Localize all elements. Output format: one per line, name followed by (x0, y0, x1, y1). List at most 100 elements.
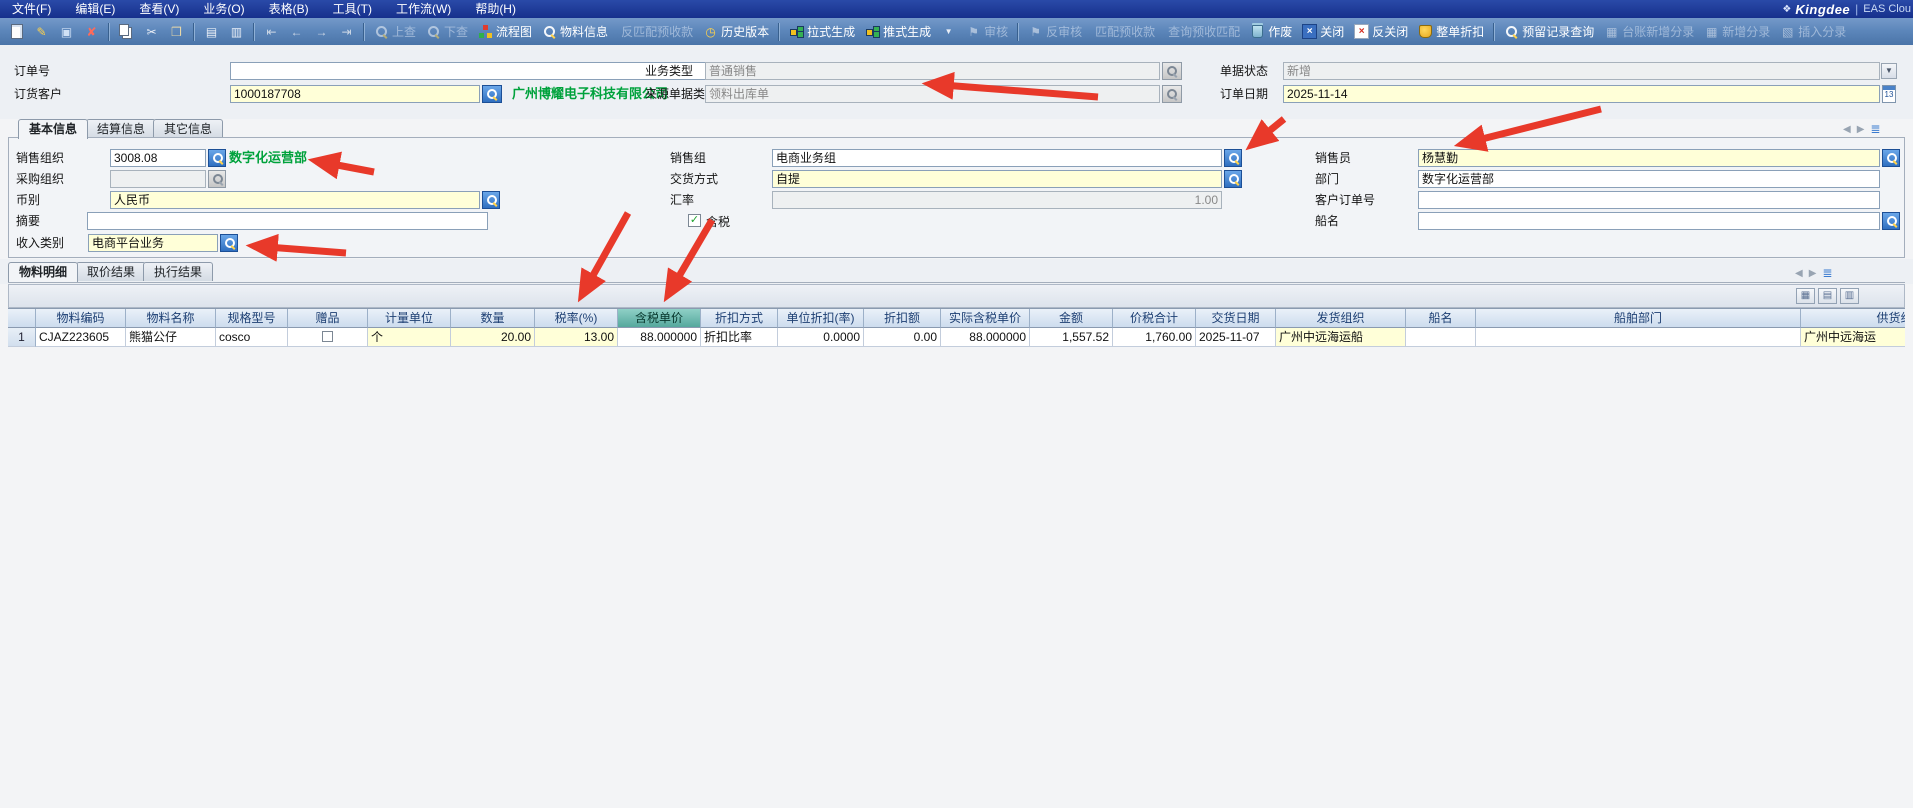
toolbar-button-close-box-icon[interactable]: ×关闭 (1298, 21, 1348, 43)
toolbar-button-nav-last-icon[interactable]: ⇥ (335, 21, 358, 43)
grid-layout-icon[interactable]: ▦ (1796, 288, 1815, 304)
income-type-lookup-button[interactable] (220, 234, 238, 252)
grid-cell-价税合计[interactable]: 1,760.00 (1113, 328, 1196, 347)
grid-column-header[interactable]: 物料编码 (36, 309, 126, 328)
order-date-calendar-icon[interactable]: 13 (1882, 85, 1896, 103)
grid-column-header[interactable]: 折扣额 (864, 309, 941, 328)
grid-column-header[interactable]: 数量 (451, 309, 535, 328)
grid-column-header[interactable]: 赠品 (288, 309, 368, 328)
bill-status-dropdown-arrow-icon[interactable]: ▼ (1881, 63, 1897, 79)
tab-basic-info[interactable]: 基本信息 (18, 119, 88, 139)
toolbar-button-pull-generate-icon[interactable]: 拉式生成 (785, 21, 859, 43)
detail-scroll-left-icon[interactable]: ◀ (1795, 268, 1803, 279)
gift-checkbox[interactable] (322, 331, 333, 342)
ship-name-lookup-button[interactable] (1882, 212, 1900, 230)
sale-org-lookup-button[interactable] (208, 149, 226, 167)
row-number-cell[interactable]: 1 (8, 328, 36, 347)
toolbar-button-paste-icon[interactable]: ❒ (165, 21, 188, 43)
grid-cell-物料编码[interactable]: CJAZ223605 (36, 328, 126, 347)
grid-column-header[interactable]: 船舶部门 (1476, 309, 1801, 328)
menubar-item[interactable]: 工具(T) (321, 0, 384, 18)
grid-column-header[interactable]: 规格型号 (216, 309, 288, 328)
grid-cell-赠品[interactable] (288, 328, 368, 347)
menubar-item[interactable]: 业务(O) (191, 0, 256, 18)
menubar-item[interactable]: 表格(B) (257, 0, 321, 18)
grid-cell-供货组织[interactable]: 广州中远海运 (1801, 328, 1905, 347)
grid-column-header[interactable]: 折扣方式 (701, 309, 778, 328)
summary-field[interactable] (87, 212, 488, 230)
grid-cell-金额[interactable]: 1,557.52 (1030, 328, 1113, 347)
toolbar-button-unclose-box-icon[interactable]: ×反关闭 (1350, 21, 1412, 43)
tax-included-checkbox[interactable]: ✓ (688, 214, 701, 227)
toolbar-button-push-generate-icon[interactable]: 推式生成 (861, 21, 935, 43)
customer-order-no-field[interactable] (1418, 191, 1880, 209)
grid-cell-规格型号[interactable]: cosco (216, 328, 288, 347)
grid-cell-物料名称[interactable]: 熊猫公仔 (126, 328, 216, 347)
tab-scroll-right-icon[interactable]: ▶ (1857, 124, 1865, 135)
toolbar-button-nav-first-icon[interactable]: ⇤ (260, 21, 283, 43)
grid-column-header[interactable]: 金额 (1030, 309, 1113, 328)
toolbar-button-material-info-icon[interactable]: 物料信息 (538, 21, 612, 43)
order-date-field[interactable]: 2025-11-14 (1283, 85, 1880, 103)
grid-column-header[interactable]: 计量单位 (368, 309, 451, 328)
grid-cell-交货日期[interactable]: 2025-11-07 (1196, 328, 1276, 347)
toolbar-button-save-icon[interactable]: ▣ (55, 21, 78, 43)
toolbar-button-copy-icon[interactable] (115, 21, 138, 43)
tab-other-info[interactable]: 其它信息 (153, 119, 223, 138)
toolbar-button-new-doc-icon[interactable] (5, 21, 28, 43)
sale-group-field[interactable]: 电商业务组 (772, 149, 1222, 167)
menubar-item[interactable]: 文件(F) (0, 0, 63, 18)
grid-column-header[interactable]: 价税合计 (1113, 309, 1196, 328)
grid-cell-计量单位[interactable]: 个 (368, 328, 451, 347)
tab-settlement-info[interactable]: 结算信息 (86, 119, 156, 138)
delivery-mode-field[interactable]: 自提 (772, 170, 1222, 188)
grid-cell-含税单价[interactable]: 88.000000 (618, 328, 701, 347)
grid-column-header[interactable]: 实际含税单价 (941, 309, 1030, 328)
currency-field[interactable]: 人民币 (110, 191, 480, 209)
grid-export-icon[interactable]: ▤ (1818, 288, 1837, 304)
sale-group-lookup-button[interactable] (1224, 149, 1242, 167)
toolbar-button-print-preview-icon[interactable]: ▥ (225, 21, 248, 43)
ship-name-field[interactable] (1418, 212, 1880, 230)
tab-list-icon[interactable]: ≣ (1870, 122, 1880, 136)
grid-cell-折扣额[interactable]: 0.00 (864, 328, 941, 347)
customer-field[interactable]: 1000187708 (230, 85, 480, 103)
menubar-item[interactable]: 查看(V) (127, 0, 191, 18)
grid-column-header[interactable]: 船名 (1406, 309, 1476, 328)
menubar-item[interactable]: 工作流(W) (384, 0, 463, 18)
grid-column-header[interactable]: 税率(%) (535, 309, 618, 328)
customer-lookup-button[interactable] (482, 85, 502, 103)
grid-column-header[interactable]: 供货组织 (1801, 309, 1905, 328)
toolbar-button-nav-prev-icon[interactable]: ← (285, 21, 308, 43)
grid-column-header[interactable]: 单位折扣(率) (778, 309, 864, 328)
menubar-item[interactable]: 编辑(E) (63, 0, 127, 18)
grid-cell-船名[interactable] (1406, 328, 1476, 347)
salesman-field[interactable]: 杨慧勤 (1418, 149, 1880, 167)
tab-execution-result[interactable]: 执行结果 (143, 262, 213, 281)
income-type-field[interactable]: 电商平台业务 (88, 234, 218, 252)
tab-scroll-left-icon[interactable]: ◀ (1843, 124, 1851, 135)
grid-cell-单位折扣(率)[interactable]: 0.0000 (778, 328, 864, 347)
tab-pricing-result[interactable]: 取价结果 (76, 262, 146, 281)
grid-cell-船舶部门[interactable] (1476, 328, 1801, 347)
toolbar-button-cut-icon[interactable]: ✂ (140, 21, 163, 43)
grid-column-header[interactable]: 交货日期 (1196, 309, 1276, 328)
currency-lookup-button[interactable] (482, 191, 500, 209)
toolbar-button-delete-icon[interactable]: ✘ (80, 21, 103, 43)
grid-column-header[interactable]: 含税单价 (618, 309, 701, 328)
toolbar-button-edit-pencil-icon[interactable]: ✎ (30, 21, 53, 43)
grid-column-header[interactable]: 物料名称 (126, 309, 216, 328)
toolbar-button-discount-bag-icon[interactable]: 整单折扣 (1414, 21, 1488, 43)
department-field[interactable]: 数字化运营部 (1418, 170, 1880, 188)
toolbar-button-reserve-query-icon[interactable]: 预留记录查询 (1500, 21, 1598, 43)
toolbar-button-nav-next-icon[interactable]: → (310, 21, 333, 43)
grid-cell-税率(%)[interactable]: 13.00 (535, 328, 618, 347)
detail-scroll-right-icon[interactable]: ▶ (1809, 268, 1817, 279)
sale-org-field[interactable]: 3008.08 (110, 149, 206, 167)
menubar-item[interactable]: 帮助(H) (463, 0, 528, 18)
tab-material-detail[interactable]: 物料明细 (8, 262, 78, 282)
toolbar-button-print-icon[interactable]: ▤ (200, 21, 223, 43)
grid-cell-发货组织[interactable]: 广州中远海运船 (1276, 328, 1406, 347)
toolbar-button-flowchart-icon[interactable]: 流程图 (474, 21, 536, 43)
detail-list-icon[interactable]: ≣ (1822, 266, 1832, 280)
